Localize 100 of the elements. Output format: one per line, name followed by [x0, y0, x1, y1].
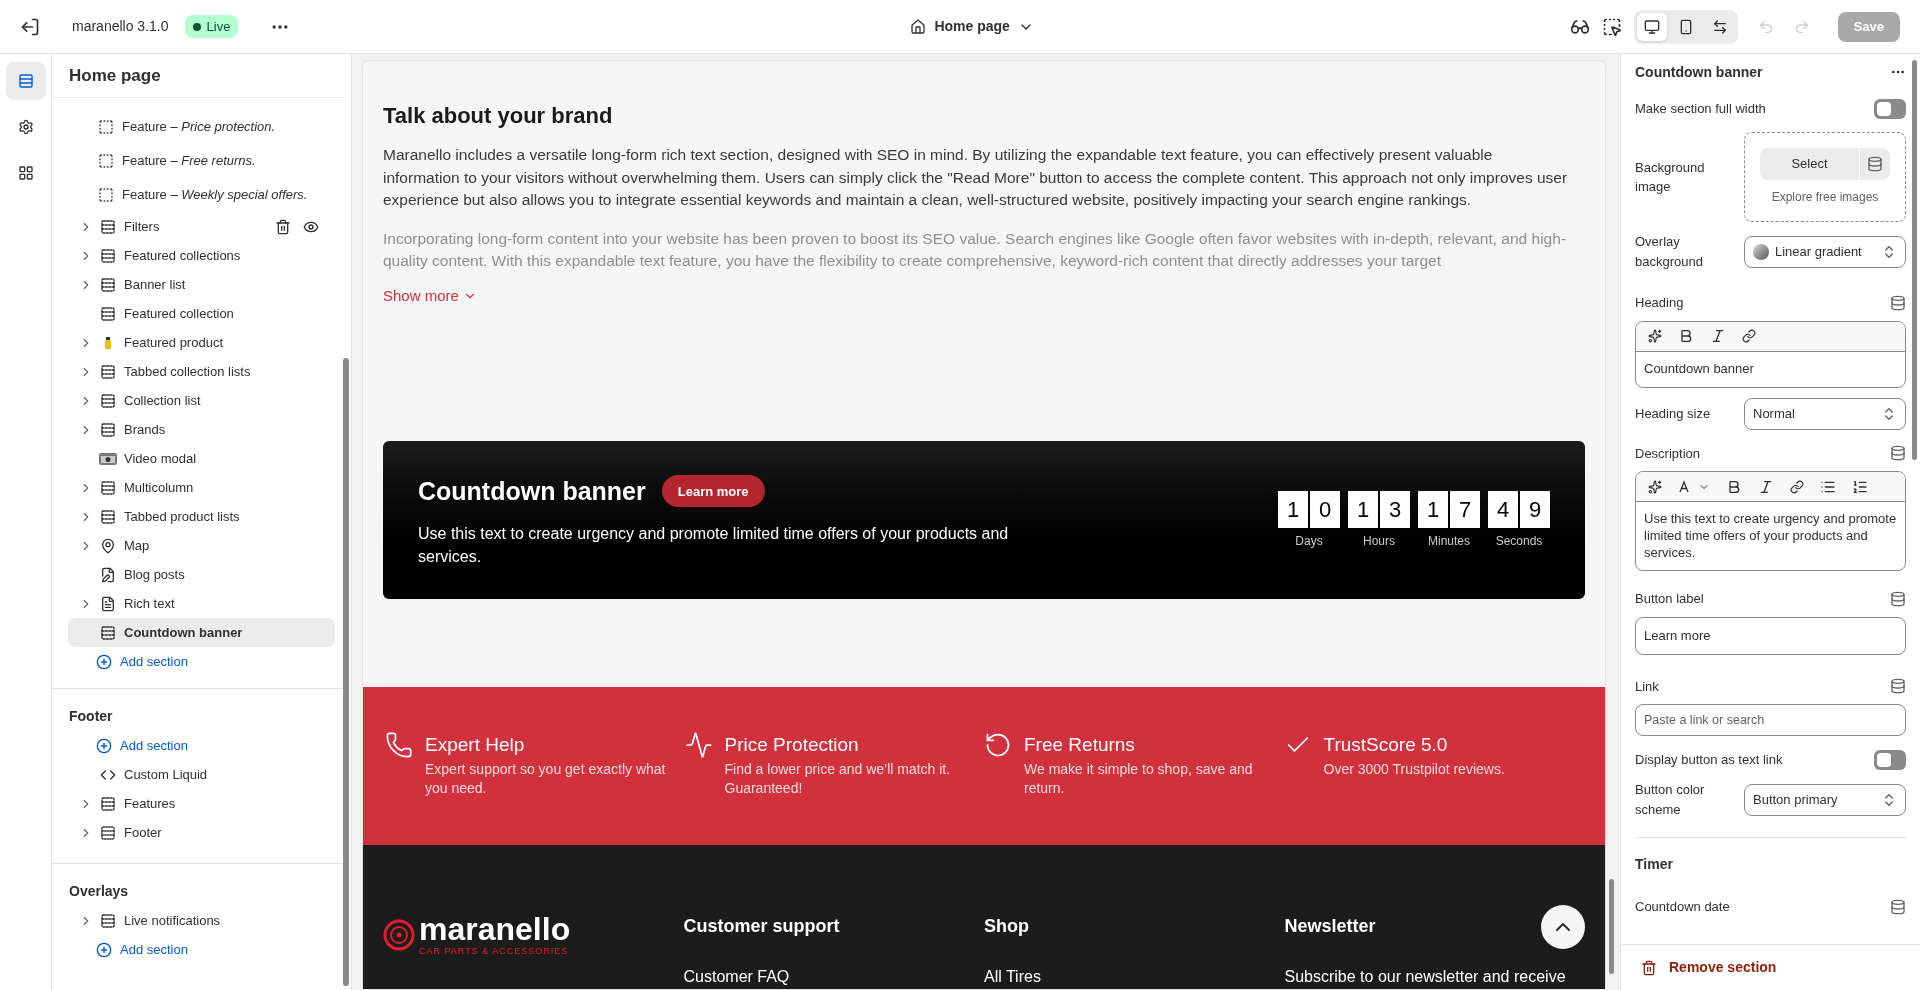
section-item[interactable]: Footer: [68, 818, 335, 847]
field-label: Button label: [1635, 590, 1704, 608]
banner-text: Use this text to create urgency and promote limited time offers of your products and services.: [418, 524, 1010, 568]
section-item[interactable]: Blog posts: [68, 560, 335, 589]
dynamic-source-icon[interactable]: [1890, 678, 1906, 695]
select-dropdown[interactable]: Normal: [1744, 397, 1906, 430]
image-picker[interactable]: Select Explore free images: [1744, 132, 1906, 222]
select-dropdown[interactable]: Button primary: [1744, 783, 1906, 816]
section-item[interactable]: Custom Liquid: [68, 760, 335, 789]
sidebar-title: Home page: [52, 54, 343, 98]
block-item[interactable]: Feature – Weekly special offers.: [122, 185, 308, 205]
group-title: Overlays: [68, 881, 130, 901]
field-label: Link: [1635, 677, 1659, 696]
field-label: Countdown date: [1635, 898, 1730, 916]
remove-section-button[interactable]: Remove section: [1641, 957, 1777, 978]
dynamic-source-icon[interactable]: [1867, 156, 1883, 172]
text-icon: [100, 595, 116, 612]
add-icon: [96, 653, 112, 670]
footer-link[interactable]: Subscribe to our newsletter and receive: [1284, 965, 1585, 989]
footer-column-title: Newsletter: [1284, 915, 1376, 938]
italic-icon[interactable]: [1710, 328, 1726, 344]
section-item[interactable]: Tabbed collection lists: [68, 357, 335, 386]
section-item[interactable]: Featured collection: [68, 299, 335, 328]
button-label-field[interactable]: Learn more: [1635, 616, 1906, 655]
section-icon: [100, 912, 116, 929]
dynamic-source-icon[interactable]: [1890, 898, 1906, 915]
banner-heading: Countdown banner: [418, 475, 646, 507]
dynamic-source-icon[interactable]: [1890, 294, 1906, 311]
exit-icon[interactable]: [20, 16, 40, 37]
section-icon: [100, 795, 116, 812]
countdown-digit: 7: [1450, 490, 1480, 528]
inspector-icon[interactable]: [1601, 16, 1622, 37]
link-icon[interactable]: [1790, 479, 1804, 494]
section-item[interactable]: Rich text: [68, 589, 335, 618]
footer-section-icon: [100, 824, 116, 841]
section-item[interactable]: Features: [68, 789, 335, 818]
field-label: Background image: [1635, 158, 1706, 196]
countdown-digit: 4: [1488, 490, 1518, 528]
faded-paragraph: Incorporating long-form content into your website has been proven to boost its SEO value. Search engines like Google often favor websites with in-depth, relevant, and high-quality content. With this expandable text feature, you have the flexibility to create comprehensive, keyword-rich content that directly addresses your target: [383, 228, 1567, 271]
link-icon[interactable]: [1742, 329, 1756, 343]
settings-title: Countdown banner: [1635, 62, 1763, 82]
section-item[interactable]: Multicolumn: [68, 473, 335, 502]
dynamic-source-icon[interactable]: [1890, 445, 1906, 462]
section-item[interactable]: Brands: [68, 415, 335, 444]
group-title: Footer: [68, 706, 114, 726]
scrollbar-thumb[interactable]: [1609, 879, 1614, 974]
add-section-button[interactable]: Add section: [96, 651, 188, 672]
sections-icon[interactable]: [5, 62, 46, 100]
select-dropdown[interactable]: Linear gradient: [1744, 235, 1906, 268]
section-item[interactable]: Countdown banner: [68, 618, 335, 647]
toggle-switch[interactable]: [1874, 99, 1906, 119]
add-section-button[interactable]: Add section: [96, 735, 188, 756]
add-icon: [96, 941, 112, 958]
section-item[interactable]: Map: [68, 531, 335, 560]
section-item[interactable]: Banner list: [68, 270, 335, 299]
numbered-list-icon[interactable]: [1852, 478, 1868, 495]
section-item[interactable]: Tabbed product lists: [68, 502, 335, 531]
video-thumbnail-icon: [98, 450, 118, 467]
section-icon: [100, 276, 116, 293]
dynamic-source-icon[interactable]: [1890, 590, 1906, 607]
section-item[interactable]: Filters: [68, 212, 335, 241]
link-field[interactable]: Paste a link or search: [1635, 704, 1906, 736]
trash-icon: [1641, 959, 1657, 976]
block-item[interactable]: Feature – Price protection.: [122, 117, 276, 137]
section-item[interactable]: Featured product: [68, 328, 335, 357]
scrollbar-thumb[interactable]: [343, 358, 349, 986]
scroll-to-top-button[interactable]: [1541, 905, 1585, 949]
add-section-button[interactable]: Add section: [96, 939, 188, 960]
italic-icon[interactable]: [1758, 478, 1774, 495]
ai-icon[interactable]: [1648, 329, 1662, 343]
learn-more-button[interactable]: Learn more: [661, 475, 765, 508]
add-icon: [96, 737, 112, 754]
section-item[interactable]: Live notifications: [68, 906, 335, 935]
footer-link[interactable]: All Tires: [984, 965, 1285, 989]
toggle-switch[interactable]: [1874, 750, 1906, 770]
ai-icon[interactable]: [1648, 479, 1662, 494]
bold-icon[interactable]: [1678, 328, 1694, 344]
bold-icon[interactable]: [1726, 478, 1742, 495]
explore-images-link[interactable]: Explore free images: [1771, 188, 1879, 206]
desktop-view-button[interactable]: [1636, 12, 1667, 41]
countdown-digit: 1: [1348, 490, 1378, 528]
footer-logo: maranello: [419, 913, 571, 945]
section-icon: [100, 624, 116, 641]
feature-title: Free Returns: [1024, 733, 1136, 757]
section-item[interactable]: Video modal: [68, 444, 335, 473]
show-more-link[interactable]: Show more: [383, 284, 477, 307]
feature-text: Over 3000 Trustpilot reviews.: [1323, 759, 1506, 779]
field-label: Overlay background: [1635, 233, 1704, 271]
section-item[interactable]: Collection list: [68, 386, 335, 415]
section-item[interactable]: Featured collections: [68, 241, 335, 270]
block-item[interactable]: Feature – Free returns.: [122, 151, 256, 171]
block-icon: [98, 153, 114, 169]
section-icon: [100, 247, 116, 264]
page-selector[interactable]: Home page: [910, 16, 1034, 37]
section-icon: [100, 392, 116, 409]
footer-link[interactable]: Customer FAQ: [683, 965, 984, 989]
countdown-unit-label: Minutes: [1428, 532, 1470, 550]
feature-text: Expert support so you get exactly what you need.: [425, 759, 667, 798]
scrollbar-thumb[interactable]: [1912, 60, 1917, 460]
delete-icon[interactable]: [275, 218, 291, 235]
